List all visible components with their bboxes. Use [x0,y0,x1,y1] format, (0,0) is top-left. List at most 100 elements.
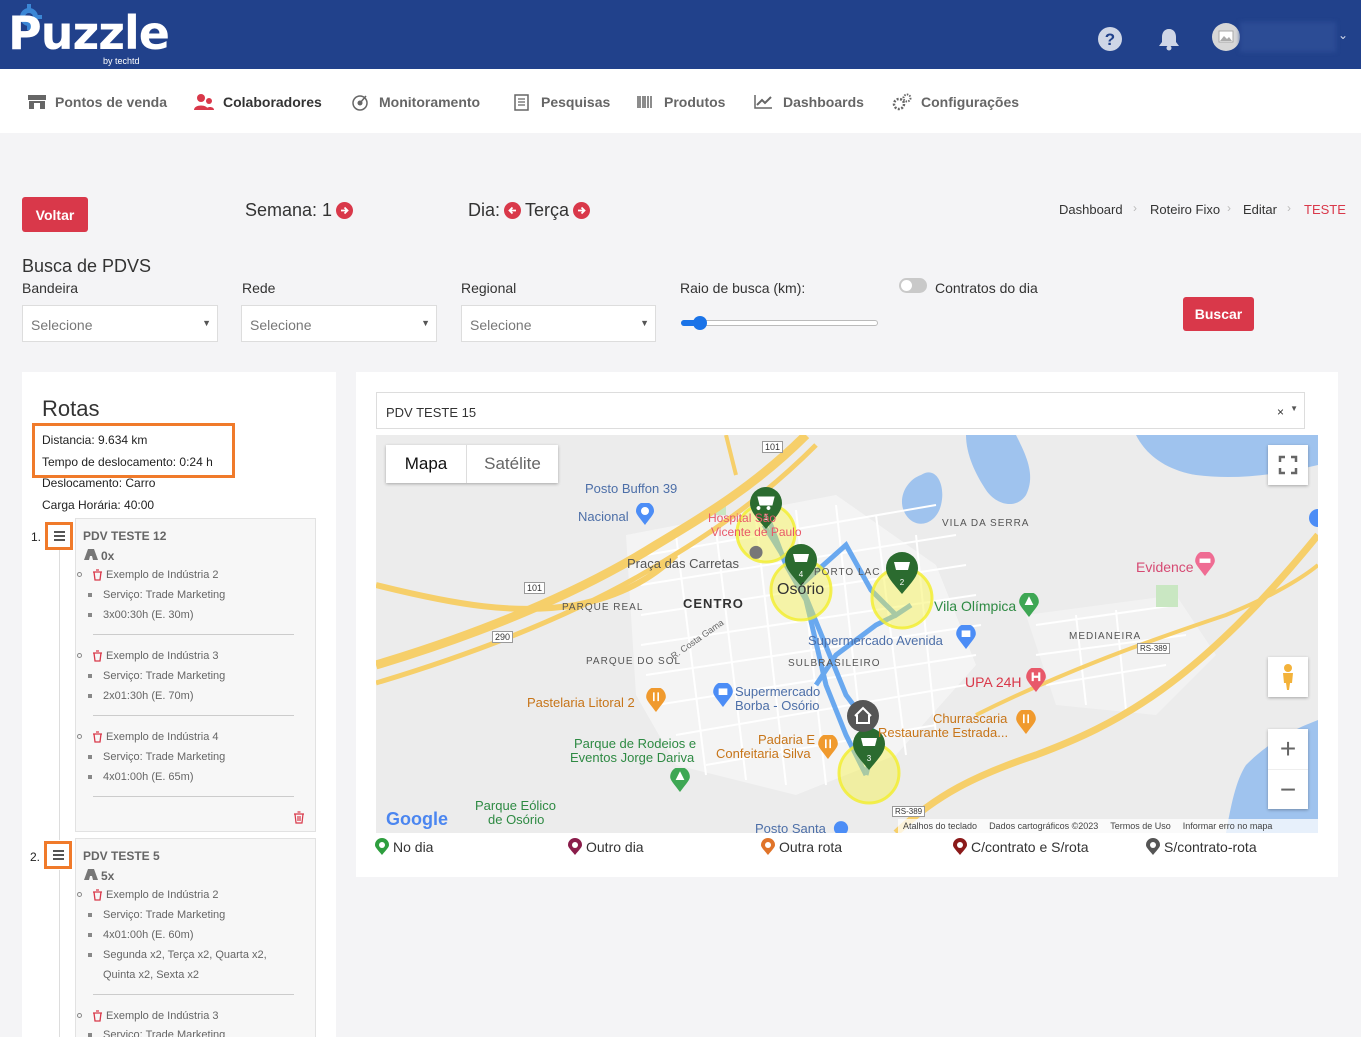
caret-down-icon: ▼ [640,318,649,328]
route-connector [59,550,60,840]
pdv-name: PDV TESTE 5 [83,849,160,863]
nav-pontos-de-venda[interactable]: Pontos de venda [27,93,167,111]
nav-label: Colaboradores [223,94,322,110]
report-error-link[interactable]: Informar erro no mapa [1183,821,1273,831]
breadcrumb-item[interactable]: Roteiro Fixo [1150,202,1220,217]
restaurant-poi-icon[interactable] [818,735,838,759]
chevron-down-icon[interactable]: ⌄ [1338,28,1348,42]
divider [93,994,294,995]
main-nav: Pontos de venda Colaboradores Monitorame… [0,69,1361,133]
nav-configuracoes[interactable]: Configurações [891,93,1019,111]
trash-icon[interactable] [92,1010,103,1022]
zoom-in-icon[interactable]: + [1268,729,1308,769]
map-canvas[interactable]: 1 4 2 3 Posto Buffon 39 Nacional Hospita… [376,435,1318,833]
question-circle-icon[interactable]: ? [1097,26,1123,52]
bullet [88,933,92,937]
regional-select[interactable]: Selecione ▼ [461,305,656,342]
contratos-toggle[interactable] [899,278,927,293]
map-label: Confeitaria Silva [716,746,811,761]
user-name-blurred[interactable] [1240,22,1336,52]
bullet [88,775,92,779]
bandeira-select[interactable]: Selecione ▼ [22,305,218,342]
breadcrumb-item[interactable]: Editar [1243,202,1277,217]
industry-time: 4x01:00h (E. 65m) [103,771,194,783]
map-label: Padaria E [758,732,816,747]
back-button[interactable]: Voltar [22,197,88,232]
app-logo[interactable]: Puzzle [8,10,170,56]
buscar-button[interactable]: Buscar [1183,297,1254,331]
pdv-select[interactable]: PDV TESTE 15 × ▼ [376,392,1305,429]
park-poi-icon[interactable] [1019,593,1039,617]
nav-dashboards[interactable]: Dashboards [753,93,864,111]
drag-handle-menu-icon[interactable] [45,522,73,550]
industry-name: Exemplo de Indústria 2 [106,889,219,901]
map-label: Borba - Osório [735,698,820,713]
zoom-out-icon[interactable]: − [1268,769,1308,809]
park-poi-icon[interactable] [748,545,764,563]
breadcrumb-separator-icon: › [1227,201,1231,215]
drag-handle-menu-icon[interactable] [44,841,72,869]
pin-darkred-icon [953,838,967,855]
raio-slider-handle[interactable] [693,316,707,330]
map-type-toggle: Mapa Satélite [386,445,558,483]
bell-icon[interactable] [1156,26,1182,52]
terms-link[interactable]: Termos de Uso [1110,821,1171,831]
day-next-arrow-icon[interactable] [573,202,591,219]
store-poi-icon[interactable] [1305,508,1318,532]
day-prev-arrow-icon[interactable] [504,202,522,219]
nav-monitoramento[interactable]: Monitoramento [351,93,480,111]
industry-time: 2x01:30h (E. 70m) [103,690,194,702]
store-poi-icon[interactable] [833,820,849,833]
gears-icon [892,93,912,111]
top-bar: Puzzle by techtd ? ⌄ [0,0,1361,69]
home-pin-icon[interactable] [846,699,880,733]
industry-name: Exemplo de Indústria 3 [106,1010,219,1022]
nav-pesquisas[interactable]: Pesquisas [513,93,610,111]
pdv-name: PDV TESTE 12 [83,529,167,543]
trash-icon[interactable] [92,889,103,901]
map-label: Supermercado [735,684,821,699]
clear-icon[interactable]: × [1277,405,1284,419]
rede-label: Rede [242,280,276,296]
hospital-poi-icon[interactable] [1026,668,1046,692]
keyboard-shortcuts-link[interactable]: Atalhos do teclado [903,821,977,831]
map-tab[interactable]: Mapa [386,445,466,483]
route-pin-4[interactable]: 4 [784,544,818,586]
caret-down-icon[interactable]: ▼ [1290,404,1298,413]
restaurant-poi-icon[interactable] [1016,710,1036,734]
route-pin-2[interactable]: 2 [885,552,919,594]
street-view-button[interactable] [1268,657,1308,697]
trash-icon[interactable] [92,569,103,581]
day-selector: Dia: Terça [468,200,591,221]
trash-icon[interactable] [293,811,305,824]
map-label: Nacional [578,509,629,524]
road-icon [84,549,98,560]
highlight-box [32,423,235,478]
week-next-arrow-icon[interactable] [336,202,354,219]
bullet [88,1033,92,1037]
map-label: Posto Santa [755,821,826,833]
map-label: PORTO LAC [814,567,881,578]
trash-icon[interactable] [92,650,103,662]
nav-produtos[interactable]: Produtos [636,93,725,111]
store-icon [28,95,46,109]
google-logo[interactable]: Google [386,809,448,830]
users-icon [194,94,214,110]
lodging-poi-icon[interactable] [1195,552,1215,576]
raio-slider-track[interactable] [681,320,878,326]
store-poi-icon[interactable] [956,625,976,649]
bullet [77,572,82,577]
trash-icon[interactable] [92,731,103,743]
fullscreen-button[interactable] [1268,445,1308,485]
user-avatar[interactable] [1212,23,1240,51]
rede-select[interactable]: Selecione ▼ [241,305,437,342]
nav-colaboradores[interactable]: Colaboradores [193,93,322,111]
week-selector: Semana: 1 [245,200,354,221]
map-label: Parque de Rodeios e [574,736,697,751]
store-poi-icon[interactable] [636,503,654,525]
restaurant-poi-icon[interactable] [646,688,666,712]
store-poi-icon[interactable] [713,683,733,707]
satellite-tab[interactable]: Satélite [466,445,558,483]
park-poi-icon[interactable] [670,768,690,792]
breadcrumb-item[interactable]: Dashboard [1059,202,1123,217]
